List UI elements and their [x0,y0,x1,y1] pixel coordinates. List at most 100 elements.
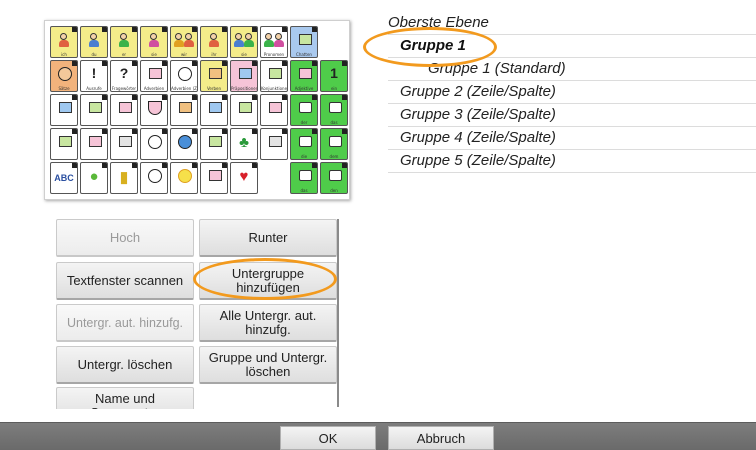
add-subgroup-button[interactable]: Untergruppe hinzufügen [199,262,337,300]
clock-icon [144,133,164,151]
symbol-cell[interactable]: das [320,94,348,126]
symbol-cell[interactable]: Adverbien [140,60,168,92]
symbol-cell[interactable]: Sätze [50,60,78,92]
symbol-cell[interactable]: er [110,26,138,58]
tree-item[interactable]: Gruppe 2 (Zeile/Spalte) [388,81,756,104]
symbol-cell[interactable]: ♥ [230,162,258,194]
tree-item[interactable]: Gruppe 5 (Zeile/Spalte) [388,150,756,173]
ok-button[interactable]: OK [280,426,376,450]
symbol-cell-label: ich [61,52,67,57]
scan-textbox-button[interactable]: Textfenster scannen [56,262,194,300]
tree-item[interactable]: Gruppe 1 (Standard) [388,58,756,81]
question-icon: ? [119,65,129,81]
symbol-cell[interactable] [140,162,168,194]
tree-item[interactable]: Oberste Ebene [388,12,756,35]
symbol-cell[interactable] [260,162,288,194]
bottle-icon: ▮ [119,169,129,186]
symbol-cell[interactable] [320,26,348,58]
bowl-icon [144,99,164,117]
auto-add-subgroup-button[interactable]: Untergr. aut. hinzufg. [56,304,194,342]
cancel-button[interactable]: Abbruch [388,426,494,450]
symbol-cell-label: den [330,188,338,193]
symbol-cell-label: ein [330,86,338,91]
symbol-cell[interactable]: Pronomen [260,26,288,58]
symbol-cell[interactable]: den [320,162,348,194]
symbol-cell[interactable]: Konjunktionen [260,60,288,92]
symbol-cell[interactable] [140,94,168,126]
sun-icon [174,167,194,185]
symbol-cell[interactable]: wir [170,26,198,58]
people-icon [234,31,254,49]
symbol-cell[interactable]: sie [230,26,258,58]
symbol-cell[interactable] [50,128,78,160]
symbol-cell[interactable] [80,94,108,126]
tree-item[interactable]: Gruppe 4 (Zeile/Spalte) [388,127,756,150]
symbol-cell[interactable] [170,128,198,160]
tree-item-selected[interactable]: Gruppe 1 [388,35,756,58]
face-icon [54,65,74,83]
symbol-cell[interactable] [260,94,288,126]
symbol-cell[interactable] [140,128,168,160]
symbol-cell[interactable]: sie [140,26,168,58]
group-action-panel: Hoch Runter Textfenster scannen Untergru… [56,219,337,409]
symbol-cell[interactable] [200,162,228,194]
symbol-cell[interactable] [260,128,288,160]
up-button[interactable]: Hoch [56,219,194,257]
symbol-cell[interactable]: ▮ [110,162,138,194]
symbol-cell[interactable]: ● [80,162,108,194]
group-tree-list: Oberste Ebene Gruppe 1 Gruppe 1 (Standard)… [388,12,756,173]
symbol-cell[interactable] [110,128,138,160]
auto-add-all-subgroups-button[interactable]: Alle Untergr. aut. hinzufg. [199,304,337,342]
clothes-icon [264,133,284,151]
symbol-cell[interactable]: Adjektive [290,60,318,92]
tree-item[interactable]: Gruppe 3 (Zeile/Spalte) [388,104,756,127]
down-button[interactable]: Runter [199,219,337,257]
abc-icon: ABC [54,173,74,183]
panel-scrollbar[interactable] [337,219,339,407]
article-icon [324,133,344,151]
symbol-cell[interactable]: ihr [200,26,228,58]
symbol-cell[interactable]: dem [320,128,348,160]
symbol-cell[interactable] [200,128,228,160]
symbol-cell-label: wir [180,52,188,57]
symbol-cell[interactable] [230,94,258,126]
symbol-cell[interactable] [80,128,108,160]
symbol-cell[interactable]: der [290,94,318,126]
car-icon [84,133,104,151]
person-icon [54,31,74,49]
boy-icon [114,31,134,49]
ball-icon [144,167,164,185]
symbol-cell-label: Adverbien (Zeit) [171,86,197,91]
symbol-cell[interactable] [50,94,78,126]
bottom-action-bar [0,422,756,450]
symbol-cell-label: Verben [206,86,222,91]
symbol-cell[interactable]: du [80,26,108,58]
heart-icon: ♥ [239,168,249,185]
delete-group-and-subgroups-button[interactable]: Gruppe und Untergr. löschen [199,346,337,384]
symbol-cell[interactable]: die [290,128,318,160]
name-and-scan-pattern-button[interactable]: Name und Scanmuster [56,387,194,409]
nose-icon [234,99,254,117]
symbol-cell[interactable] [170,162,198,194]
apple-icon: ● [89,168,99,185]
symbol-cell[interactable]: ich [50,26,78,58]
symbol-cell[interactable]: Chatten [290,26,318,58]
symbol-cell[interactable]: Verben [200,60,228,92]
exclamation-icon: ! [91,65,97,81]
symbol-cell[interactable]: Adverbien (Zeit) [170,60,198,92]
symbol-cell[interactable]: ♣ [230,128,258,160]
symbol-cell[interactable]: ? Fragewörter [110,60,138,92]
tree-item-label: Gruppe 5 (Zeile/Spalte) [400,152,556,169]
symbol-cell[interactable]: Präpositionen [230,60,258,92]
symbol-cell[interactable]: ! Ausrufe [80,60,108,92]
delete-subgroup-button[interactable]: Untergr. löschen [56,346,194,384]
symbol-cell[interactable]: 1 ein [320,60,348,92]
symbol-cell-label: Fragewörter [111,86,137,91]
symbol-cell[interactable] [110,94,138,126]
symbol-cell[interactable]: ABC [50,162,78,194]
symbol-cell[interactable] [200,94,228,126]
group-icon [174,31,194,49]
symbol-cell[interactable] [170,94,198,126]
symbol-cell[interactable]: das [290,162,318,194]
tv-icon [174,99,194,117]
